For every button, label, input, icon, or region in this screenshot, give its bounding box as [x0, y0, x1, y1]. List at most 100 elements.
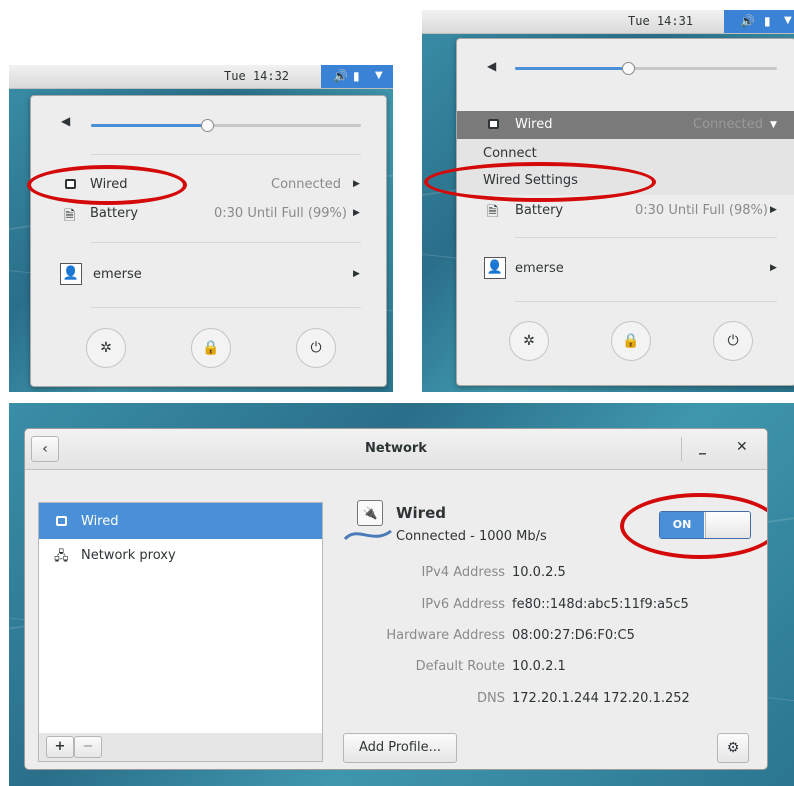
chevron-right-icon: ▶	[770, 263, 777, 273]
detail-value-ipv6: fe80::148d:abc5:11f9:a5c5	[512, 597, 689, 612]
volume-icon: 🔊	[740, 14, 755, 28]
separator	[515, 237, 777, 238]
user-label: emerse	[515, 261, 564, 276]
remove-button[interactable]: −	[74, 736, 102, 758]
separator	[681, 437, 682, 461]
network-proxy-icon: 🖧	[54, 549, 69, 564]
device-status: Connected - 1000 Mb/s	[396, 529, 547, 544]
volume-slider-fill	[91, 124, 207, 127]
user-row[interactable]: 👤 emerse ▶	[31, 262, 386, 288]
user-row[interactable]: 👤 emerse ▶	[457, 256, 794, 282]
detail-value-dns: 172.20.1.244 172.20.1.252	[512, 691, 690, 706]
avatar: 👤	[484, 257, 506, 279]
clock[interactable]: Tue 14:32	[224, 69, 289, 83]
power-icon: ⏻	[310, 340, 322, 356]
detail-label-route: Default Route	[415, 659, 505, 674]
settings-button[interactable]: ✲	[509, 321, 549, 361]
network-settings-window: ‹ Network _ ✕ Wired 🖧 Network proxy + − …	[24, 428, 768, 770]
battery-row[interactable]: 🗎 Battery 0:30 Until Full (99%) ▶	[31, 203, 386, 227]
close-button[interactable]: ✕	[736, 439, 748, 455]
highlight-ellipse	[620, 493, 767, 559]
wired-status: Connected	[693, 117, 764, 132]
separator	[91, 154, 361, 155]
detail-label-dns: DNS	[477, 691, 505, 706]
battery-label: Battery	[90, 206, 139, 221]
speaker-icon: ◀︎	[487, 59, 497, 73]
settings-icon: ✲	[100, 340, 112, 356]
user-label: emerse	[93, 267, 142, 282]
separator	[91, 242, 361, 243]
add-profile-button[interactable]: Add Profile...	[343, 733, 457, 763]
sidebar-item-label: Wired	[81, 514, 119, 529]
add-button[interactable]: +	[46, 736, 74, 758]
settings-button[interactable]: ✲	[86, 328, 126, 368]
battery-icon: 🗎	[64, 208, 76, 224]
detail-value-ipv4: 10.0.2.5	[512, 565, 566, 580]
avatar: 👤	[60, 263, 82, 285]
system-status-area[interactable]: 🔊 ▮ ▼	[321, 65, 393, 88]
desktop-screenshot-2: Tue 14:31 🔊 ▮ ▼ ◀︎ Wired Connected ▼ Con…	[422, 10, 794, 392]
power-button[interactable]: ⏻	[713, 321, 753, 361]
chevron-down-icon: ▼	[375, 70, 383, 81]
device-list: Wired 🖧 Network proxy	[38, 502, 323, 734]
volume-icon: 🔊	[333, 69, 348, 83]
separator	[91, 307, 361, 308]
lock-icon: 🔒	[622, 333, 640, 349]
chevron-down-icon: ▼	[784, 15, 792, 26]
chevron-down-icon: ▼	[770, 120, 777, 130]
wired-status: Connected	[271, 177, 342, 192]
volume-slider-fill	[515, 67, 628, 70]
detail-label-ipv4: IPv4 Address	[421, 565, 505, 580]
title-bar: ‹ Network _ ✕	[25, 429, 767, 470]
device-name: Wired	[396, 504, 446, 522]
battery-icon: 🗎	[487, 204, 499, 220]
battery-label: Battery	[515, 203, 564, 218]
chevron-right-icon: ▶	[353, 269, 360, 279]
wired-icon	[488, 119, 499, 129]
volume-slider-knob[interactable]	[201, 119, 214, 132]
wired-label: Wired	[515, 117, 553, 132]
chevron-right-icon: ▶	[770, 205, 777, 215]
separator	[515, 301, 777, 302]
speaker-icon: ◀︎	[61, 114, 71, 128]
list-toolbar: + −	[38, 733, 323, 762]
lock-icon: 🔒	[202, 340, 220, 356]
window-title: Network	[365, 441, 427, 456]
settings-icon: ✲	[523, 333, 535, 349]
device-settings-button[interactable]: ⚙	[717, 733, 749, 763]
battery-status: 0:30 Until Full (99%)	[214, 206, 347, 221]
battery-row[interactable]: 🗎 Battery 0:30 Until Full (98%) ▶	[457, 200, 794, 224]
lock-button[interactable]: 🔒	[191, 328, 231, 368]
battery-icon: ▮	[764, 14, 771, 28]
cable-icon	[343, 529, 392, 541]
desktop-screenshot-1: Tue 14:32 🔊 ▮ ▼ ◀︎ Wired Connected ▶ 🗎 B…	[9, 65, 393, 392]
wired-row-expanded[interactable]: Wired Connected ▼	[457, 111, 794, 139]
sidebar-item-label: Network proxy	[81, 548, 176, 563]
volume-slider[interactable]	[515, 62, 777, 75]
connect-label: Connect	[483, 146, 537, 161]
volume-slider[interactable]	[91, 119, 361, 132]
chevron-right-icon: ▶	[353, 208, 360, 218]
detail-value-hardware: 08:00:27:D6:F0:C5	[512, 628, 635, 643]
gear-icon: ⚙	[726, 740, 740, 756]
power-button[interactable]: ⏻	[296, 328, 336, 368]
lock-button[interactable]: 🔒	[611, 321, 651, 361]
battery-icon: ▮	[353, 69, 360, 83]
minimize-button[interactable]: _	[699, 439, 706, 455]
system-menu: ◀︎ Wired Connected ▼ Connect Wired Setti…	[456, 38, 794, 386]
detail-value-route: 10.0.2.1	[512, 659, 566, 674]
sidebar-item-wired[interactable]: Wired	[39, 503, 322, 539]
battery-status: 0:30 Until Full (98%)	[635, 203, 768, 218]
system-menu: ◀︎ Wired Connected ▶ 🗎 Battery 0:30 Unti…	[30, 95, 387, 387]
highlight-ellipse	[424, 162, 656, 202]
detail-label-ipv6: IPv6 Address	[421, 597, 505, 612]
power-icon: ⏻	[727, 333, 739, 349]
clock[interactable]: Tue 14:31	[628, 14, 693, 28]
top-bar: Tue 14:32 🔊 ▮ ▼	[9, 65, 393, 89]
volume-slider-knob[interactable]	[622, 62, 635, 75]
sidebar-item-network-proxy[interactable]: 🖧 Network proxy	[39, 540, 322, 572]
chevron-right-icon: ▶	[353, 179, 360, 189]
system-status-area[interactable]: 🔊 ▮ ▼	[724, 10, 794, 33]
wired-icon	[56, 516, 67, 526]
detail-label-hardware: Hardware Address	[386, 628, 505, 643]
